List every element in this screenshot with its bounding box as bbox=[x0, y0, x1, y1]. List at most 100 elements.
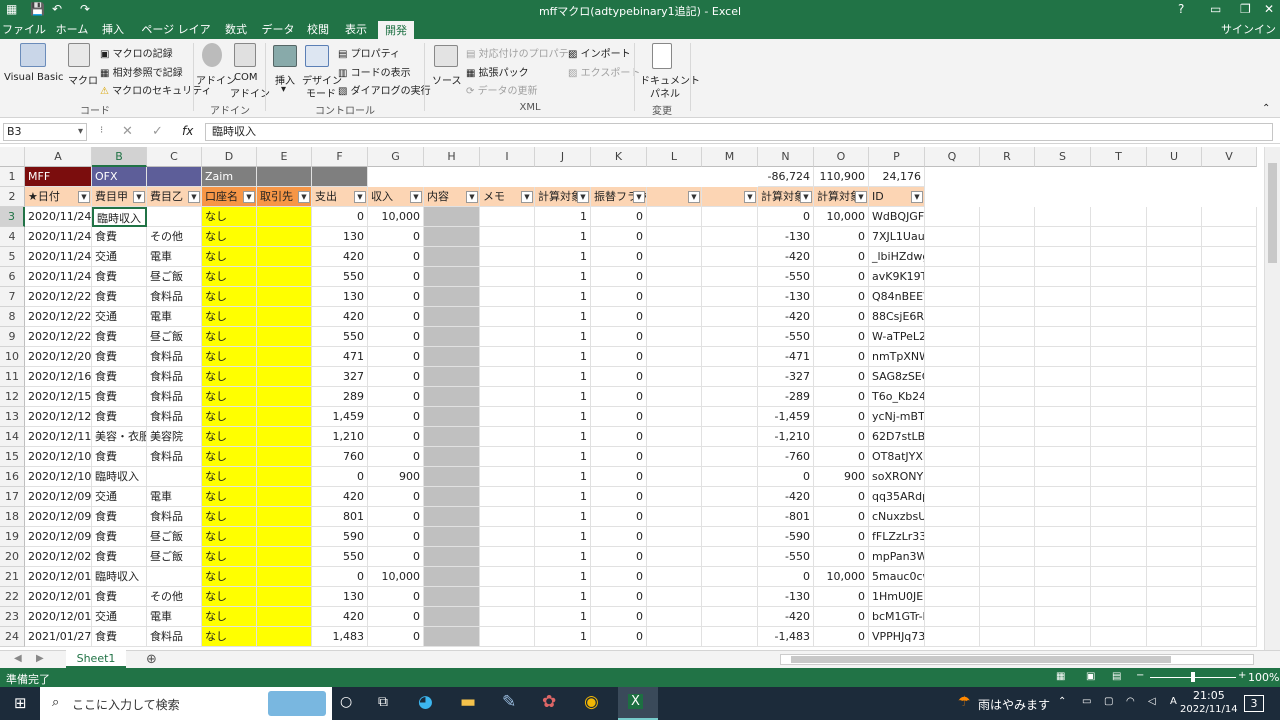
table-cell[interactable] bbox=[1147, 367, 1202, 387]
table-cell[interactable] bbox=[480, 587, 535, 607]
group-band-cell[interactable] bbox=[257, 167, 312, 187]
table-cell[interactable]: 0 bbox=[368, 547, 424, 567]
table-cell[interactable]: 0 bbox=[591, 467, 647, 487]
table-cell[interactable]: なし bbox=[202, 247, 257, 267]
name-box[interactable]: B3 bbox=[3, 123, 87, 141]
table-cell[interactable] bbox=[1202, 507, 1257, 527]
table-cell[interactable]: 食料品 bbox=[147, 507, 202, 527]
table-cell[interactable] bbox=[1035, 447, 1091, 467]
table-header-cell[interactable]: 内容 ▼ bbox=[424, 187, 480, 207]
table-cell[interactable] bbox=[1091, 227, 1147, 247]
column-header-t[interactable]: T bbox=[1091, 147, 1147, 167]
table-cell[interactable] bbox=[1202, 327, 1257, 347]
table-cell[interactable] bbox=[702, 287, 758, 307]
table-cell[interactable] bbox=[424, 427, 480, 447]
table-cell[interactable]: 1,483 bbox=[312, 627, 368, 647]
table-cell[interactable] bbox=[925, 307, 980, 327]
table-cell[interactable] bbox=[702, 487, 758, 507]
table-cell[interactable] bbox=[1091, 207, 1147, 227]
table-cell[interactable]: 900 bbox=[814, 467, 869, 487]
table-cell[interactable]: -130 bbox=[758, 227, 814, 247]
table-cell[interactable]: 食料品 bbox=[147, 287, 202, 307]
table-cell[interactable]: 0 bbox=[591, 587, 647, 607]
table-cell[interactable] bbox=[257, 547, 312, 567]
zoom-slider-thumb[interactable] bbox=[1191, 672, 1195, 682]
column-header-u[interactable]: U bbox=[1147, 147, 1202, 167]
table-header-cell[interactable]: 口座名 ▼ bbox=[202, 187, 257, 207]
table-cell[interactable]: 2020/12/10 bbox=[25, 447, 92, 467]
notification-badge[interactable]: 3 bbox=[1244, 695, 1264, 712]
table-cell[interactable] bbox=[647, 287, 702, 307]
tab-data[interactable]: データ bbox=[258, 20, 298, 39]
row-header[interactable]: 24 bbox=[0, 627, 25, 647]
table-cell[interactable] bbox=[980, 487, 1035, 507]
table-cell[interactable] bbox=[980, 607, 1035, 627]
tab-review[interactable]: 校閲 bbox=[302, 20, 334, 39]
table-cell[interactable]: 0 bbox=[591, 447, 647, 467]
table-cell[interactable] bbox=[702, 327, 758, 347]
table-cell[interactable]: -420 bbox=[758, 487, 814, 507]
table-cell[interactable] bbox=[1035, 267, 1091, 287]
table-cell[interactable]: 電車 bbox=[147, 487, 202, 507]
table-cell[interactable]: なし bbox=[202, 207, 257, 227]
table-cell[interactable] bbox=[1091, 367, 1147, 387]
cancel-icon[interactable]: ✕ bbox=[122, 124, 133, 139]
table-cell[interactable] bbox=[257, 607, 312, 627]
table-cell[interactable] bbox=[980, 627, 1035, 647]
table-cell[interactable]: 420 bbox=[312, 247, 368, 267]
com-label-2[interactable]: アドイン bbox=[230, 85, 270, 100]
table-cell[interactable] bbox=[480, 367, 535, 387]
table-header-cell[interactable]: 計算対象 ▼ bbox=[758, 187, 814, 207]
table-cell[interactable] bbox=[480, 347, 535, 367]
table-cell[interactable]: 130 bbox=[312, 287, 368, 307]
table-cell[interactable] bbox=[480, 627, 535, 647]
table-cell[interactable]: -550 bbox=[758, 547, 814, 567]
table-cell[interactable] bbox=[702, 547, 758, 567]
table-cell[interactable]: 1 bbox=[535, 207, 591, 227]
table-cell[interactable]: 0 bbox=[814, 607, 869, 627]
table-cell[interactable]: なし bbox=[202, 367, 257, 387]
column-header-f[interactable]: F bbox=[312, 147, 368, 167]
table-cell[interactable]: 0 bbox=[814, 247, 869, 267]
table-cell[interactable]: -590 bbox=[758, 527, 814, 547]
table-header-cell[interactable]: 取引先 ▼ bbox=[257, 187, 312, 207]
table-cell[interactable] bbox=[925, 527, 980, 547]
row-header[interactable]: 1 bbox=[0, 167, 25, 187]
table-cell[interactable]: 0 bbox=[591, 227, 647, 247]
prev-sheet-icon[interactable]: ◀ bbox=[14, 653, 22, 664]
table-cell[interactable]: 2020/12/09 bbox=[25, 507, 92, 527]
macro-icon[interactable] bbox=[68, 43, 90, 67]
filter-dropdown-icon[interactable]: ▼ bbox=[298, 191, 310, 203]
table-cell[interactable] bbox=[424, 267, 480, 287]
table-cell[interactable] bbox=[480, 427, 535, 447]
table-cell[interactable]: OT8atJYXIfKUQxwA5hzJ9g bbox=[869, 447, 925, 467]
table-cell[interactable] bbox=[647, 447, 702, 467]
table-cell[interactable]: なし bbox=[202, 227, 257, 247]
summary-total-cell[interactable]: -86,724 bbox=[758, 167, 814, 187]
column-header-g[interactable]: G bbox=[368, 147, 424, 167]
table-cell[interactable]: 0 bbox=[368, 247, 424, 267]
table-cell[interactable]: 2020/11/24 bbox=[25, 207, 92, 227]
table-cell[interactable] bbox=[647, 367, 702, 387]
table-cell[interactable] bbox=[980, 447, 1035, 467]
table-cell[interactable] bbox=[480, 607, 535, 627]
table-cell[interactable]: -760 bbox=[758, 447, 814, 467]
table-cell[interactable] bbox=[257, 207, 312, 227]
zoom-in-icon[interactable]: + bbox=[1238, 670, 1246, 681]
table-cell[interactable] bbox=[480, 227, 535, 247]
filter-dropdown-icon[interactable]: ▼ bbox=[243, 191, 255, 203]
table-cell[interactable]: 2020/12/22 bbox=[25, 327, 92, 347]
table-cell[interactable] bbox=[424, 207, 480, 227]
table-cell[interactable] bbox=[647, 587, 702, 607]
visual-basic-icon[interactable] bbox=[20, 43, 46, 67]
table-cell[interactable]: 0 bbox=[368, 267, 424, 287]
table-cell[interactable]: 2020/12/10 bbox=[25, 467, 92, 487]
table-cell[interactable]: 昼ご飯 bbox=[147, 327, 202, 347]
table-cell[interactable] bbox=[480, 447, 535, 467]
table-cell[interactable] bbox=[424, 367, 480, 387]
group-band-cell[interactable] bbox=[312, 167, 368, 187]
table-cell[interactable] bbox=[980, 527, 1035, 547]
table-cell[interactable] bbox=[1202, 387, 1257, 407]
table-cell[interactable] bbox=[257, 527, 312, 547]
column-header-i[interactable]: I bbox=[480, 147, 535, 167]
